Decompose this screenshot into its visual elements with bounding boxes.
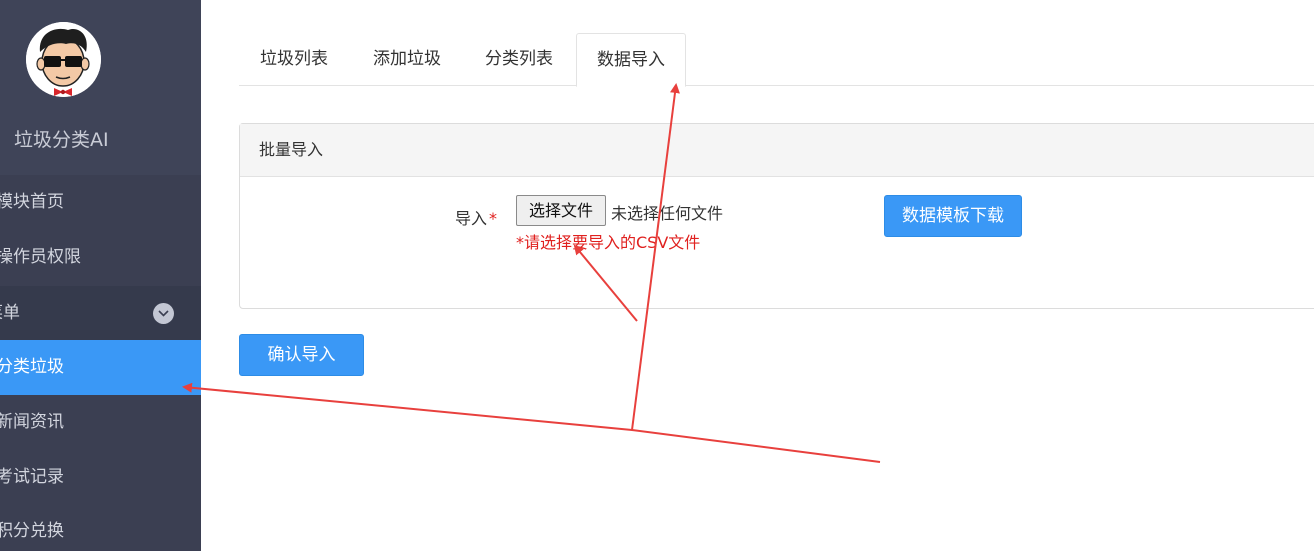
cartoon-avatar-icon: [26, 22, 101, 97]
csv-hint: *请选择要导入的CSV文件: [516, 233, 701, 252]
chevron-down-icon[interactable]: [153, 303, 174, 324]
sidebar-brand: 垃圾分类AI: [0, 0, 201, 175]
panel-title: 批量导入: [240, 124, 1314, 177]
import-field-label: 导入 *: [455, 205, 497, 229]
sidebar-item-menu[interactable]: 菜单: [0, 286, 201, 341]
tab-bar: 垃圾列表 添加垃圾 分类列表 数据导入: [239, 33, 1314, 87]
tab-garbage-list[interactable]: 垃圾列表: [239, 33, 349, 86]
sidebar-item-label: 模块首页: [0, 192, 64, 212]
app-window: 垃圾分类AI 模块首页 操作员权限 菜单 分类垃圾 新闻资讯 考试记录 积分兑换…: [0, 0, 1314, 551]
sidebar-item-news[interactable]: 新闻资讯: [0, 395, 201, 450]
sidebar-item-label: 新闻资讯: [0, 412, 64, 432]
required-mark: *: [489, 209, 498, 228]
sidebar-item-label: 操作员权限: [0, 247, 81, 267]
tab-category-list[interactable]: 分类列表: [464, 33, 574, 86]
confirm-import-button[interactable]: 确认导入: [239, 334, 364, 376]
download-template-button[interactable]: 数据模板下载: [884, 195, 1022, 237]
file-status-text: 未选择任何文件: [611, 204, 724, 223]
tab-add-garbage[interactable]: 添加垃圾: [352, 33, 462, 86]
sidebar-item-exam-records[interactable]: 考试记录: [0, 450, 201, 505]
arrow-to-sidebar-item: [182, 382, 881, 463]
sidebar-item-label: 考试记录: [0, 467, 64, 487]
sidebar-item-points-exchange[interactable]: 积分兑换: [0, 504, 201, 551]
brand-title: 垃圾分类AI: [14, 129, 109, 151]
sidebar-item-sort-garbage[interactable]: 分类垃圾: [0, 340, 201, 395]
sidebar-item-label: 菜单: [0, 303, 20, 323]
choose-file-button[interactable]: 选择文件: [516, 195, 606, 226]
sidebar-item-home[interactable]: 模块首页: [0, 175, 201, 230]
sidebar-item-label: 分类垃圾: [0, 357, 64, 377]
sidebar-item-label: 积分兑换: [0, 521, 64, 541]
sidebar: 垃圾分类AI 模块首页 操作员权限 菜单 分类垃圾 新闻资讯 考试记录 积分兑换: [0, 0, 201, 551]
import-label-text: 导入: [455, 209, 488, 228]
batch-import-panel: 批量导入: [239, 123, 1314, 309]
sidebar-item-operator-permissions[interactable]: 操作员权限: [0, 230, 201, 285]
avatar[interactable]: [26, 22, 101, 97]
tab-data-import[interactable]: 数据导入: [576, 33, 686, 87]
